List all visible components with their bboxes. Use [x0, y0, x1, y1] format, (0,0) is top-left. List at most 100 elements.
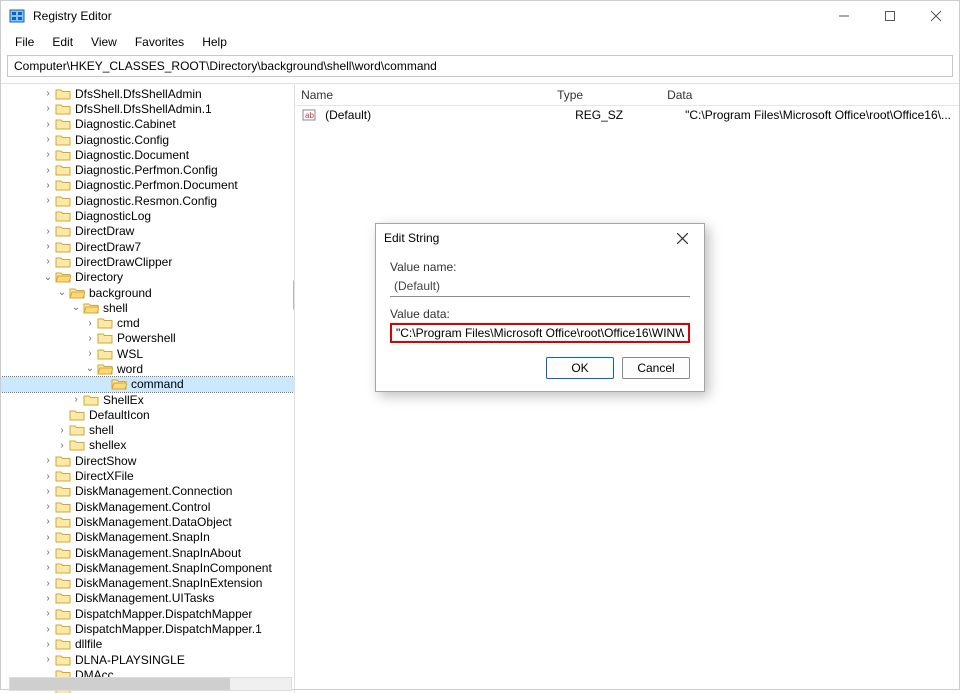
- chevron-right-icon[interactable]: ›: [41, 119, 55, 130]
- tree-item[interactable]: ›DirectXFile: [1, 468, 294, 483]
- tree-item-label: DispatchMapper.DispatchMapper.1: [75, 622, 262, 636]
- tree-item[interactable]: ›WSL: [1, 346, 294, 361]
- chevron-right-icon[interactable]: ›: [83, 348, 97, 359]
- chevron-right-icon[interactable]: ›: [41, 608, 55, 619]
- tree-item[interactable]: ›DfsShell.DfsShellAdmin.1: [1, 101, 294, 116]
- tree-pane[interactable]: ›DfsShell.DfsShellAdmin›DfsShell.DfsShel…: [1, 83, 295, 693]
- chevron-down-icon[interactable]: ⌄: [69, 302, 83, 313]
- maximize-button[interactable]: [867, 1, 913, 31]
- address-bar[interactable]: Computer\HKEY_CLASSES_ROOT\Directory\bac…: [7, 55, 953, 77]
- tree-item-label: command: [131, 377, 184, 391]
- tree-item[interactable]: ›DiskManagement.Connection: [1, 484, 294, 499]
- tree-item[interactable]: ›Diagnostic.Perfmon.Config: [1, 162, 294, 177]
- chevron-right-icon[interactable]: ›: [41, 639, 55, 650]
- dialog-close-button[interactable]: [668, 224, 696, 252]
- horizontal-scrollbar[interactable]: [9, 677, 292, 691]
- tree-item[interactable]: ›DirectShow: [1, 453, 294, 468]
- tree-item[interactable]: ›DiskManagement.Control: [1, 499, 294, 514]
- tree-item[interactable]: ›DiskManagement.SnapIn: [1, 530, 294, 545]
- chevron-right-icon[interactable]: ›: [41, 624, 55, 635]
- tree-item[interactable]: ›DirectDrawClipper: [1, 254, 294, 269]
- tree-item[interactable]: › DispatchMapper.DispatchMapper.1: [1, 621, 294, 636]
- chevron-right-icon[interactable]: ›: [41, 226, 55, 237]
- chevron-right-icon[interactable]: ›: [41, 241, 55, 252]
- tree-item[interactable]: ›cmd: [1, 315, 294, 330]
- chevron-down-icon[interactable]: ⌄: [83, 363, 97, 374]
- tree-item[interactable]: ›ShellEx: [1, 392, 294, 407]
- tree-item[interactable]: ›DfsShell.DfsShellAdmin: [1, 86, 294, 101]
- chevron-right-icon[interactable]: ›: [41, 562, 55, 573]
- column-type[interactable]: Type: [551, 88, 661, 102]
- tree-item[interactable]: ›shell: [1, 423, 294, 438]
- tree-item[interactable]: ›DiskManagement.SnapInExtension: [1, 576, 294, 591]
- menu-view[interactable]: View: [83, 33, 125, 51]
- value-data: "C:\Program Files\Microsoft Office\root\…: [679, 108, 959, 122]
- value-name-field[interactable]: (Default): [390, 276, 690, 297]
- ok-button[interactable]: OK: [546, 357, 614, 379]
- tree-item[interactable]: ›DiskManagement.SnapInComponent: [1, 560, 294, 575]
- tree-item[interactable]: ›DiskManagement.UITasks: [1, 591, 294, 606]
- tree-item[interactable]: ⌄background: [1, 285, 294, 300]
- chevron-right-icon[interactable]: ›: [41, 455, 55, 466]
- scrollbar-thumb[interactable]: [10, 678, 230, 690]
- chevron-right-icon[interactable]: ›: [41, 149, 55, 160]
- chevron-right-icon[interactable]: ›: [41, 134, 55, 145]
- tree-item[interactable]: ›Diagnostic.Resmon.Config: [1, 193, 294, 208]
- tree-item[interactable]: ›command: [1, 377, 294, 392]
- chevron-right-icon[interactable]: ›: [41, 256, 55, 267]
- chevron-right-icon[interactable]: ›: [41, 578, 55, 589]
- tree-item[interactable]: ›DiskManagement.SnapInAbout: [1, 545, 294, 560]
- chevron-right-icon[interactable]: ›: [41, 103, 55, 114]
- tree-item[interactable]: ›dllfile: [1, 637, 294, 652]
- tree-item[interactable]: ›DispatchMapper.DispatchMapper: [1, 606, 294, 621]
- chevron-right-icon[interactable]: ›: [41, 486, 55, 497]
- column-data[interactable]: Data: [661, 88, 959, 102]
- tree-item[interactable]: ›Diagnostic.Cabinet: [1, 117, 294, 132]
- value-row[interactable]: ab (Default) REG_SZ "C:\Program Files\Mi…: [295, 106, 959, 124]
- chevron-right-icon[interactable]: ›: [41, 88, 55, 99]
- tree-item[interactable]: ›DLNA-PLAYSINGLE: [1, 652, 294, 667]
- chevron-right-icon[interactable]: ›: [41, 516, 55, 527]
- tree-item[interactable]: ›DirectDraw: [1, 224, 294, 239]
- registry-tree[interactable]: ›DfsShell.DfsShellAdmin›DfsShell.DfsShel…: [1, 86, 294, 693]
- tree-item[interactable]: ›Powershell: [1, 331, 294, 346]
- chevron-right-icon[interactable]: ›: [55, 425, 69, 436]
- tree-item[interactable]: ⌄shell: [1, 300, 294, 315]
- tree-item[interactable]: ›Diagnostic.Document: [1, 147, 294, 162]
- chevron-right-icon[interactable]: ›: [41, 501, 55, 512]
- chevron-right-icon[interactable]: ›: [83, 318, 97, 329]
- tree-item[interactable]: ⌄word: [1, 361, 294, 376]
- value-data-input[interactable]: [390, 323, 690, 343]
- menu-help[interactable]: Help: [194, 33, 235, 51]
- chevron-right-icon[interactable]: ›: [41, 547, 55, 558]
- chevron-down-icon[interactable]: ⌄: [41, 272, 55, 283]
- chevron-down-icon[interactable]: ⌄: [55, 287, 69, 298]
- chevron-right-icon[interactable]: ›: [41, 654, 55, 665]
- tree-item[interactable]: ›DiskManagement.DataObject: [1, 514, 294, 529]
- chevron-right-icon[interactable]: ›: [41, 195, 55, 206]
- chevron-right-icon[interactable]: ›: [83, 333, 97, 344]
- menu-favorites[interactable]: Favorites: [127, 33, 192, 51]
- chevron-right-icon[interactable]: ›: [41, 593, 55, 604]
- chevron-right-icon[interactable]: ›: [55, 440, 69, 451]
- chevron-right-icon[interactable]: ›: [41, 180, 55, 191]
- tree-item[interactable]: ›shellex: [1, 438, 294, 453]
- close-button[interactable]: [913, 1, 959, 31]
- tree-item[interactable]: ›Diagnostic.Config: [1, 132, 294, 147]
- tree-item[interactable]: ›Diagnostic.Perfmon.Document: [1, 178, 294, 193]
- splitter-handle[interactable]: [293, 280, 295, 310]
- menu-file[interactable]: File: [7, 33, 42, 51]
- tree-item[interactable]: ⌄Directory: [1, 270, 294, 285]
- chevron-right-icon[interactable]: ›: [41, 532, 55, 543]
- menu-edit[interactable]: Edit: [44, 33, 81, 51]
- cancel-button[interactable]: Cancel: [622, 357, 690, 379]
- tree-item[interactable]: ›DirectDraw7: [1, 239, 294, 254]
- minimize-button[interactable]: [821, 1, 867, 31]
- tree-item[interactable]: ›DiagnosticLog: [1, 208, 294, 223]
- column-name[interactable]: Name: [295, 88, 551, 102]
- dialog-titlebar[interactable]: Edit String: [376, 224, 704, 252]
- tree-item[interactable]: ›DefaultIcon: [1, 407, 294, 422]
- chevron-right-icon[interactable]: ›: [69, 394, 83, 405]
- chevron-right-icon[interactable]: ›: [41, 471, 55, 482]
- chevron-right-icon[interactable]: ›: [41, 165, 55, 176]
